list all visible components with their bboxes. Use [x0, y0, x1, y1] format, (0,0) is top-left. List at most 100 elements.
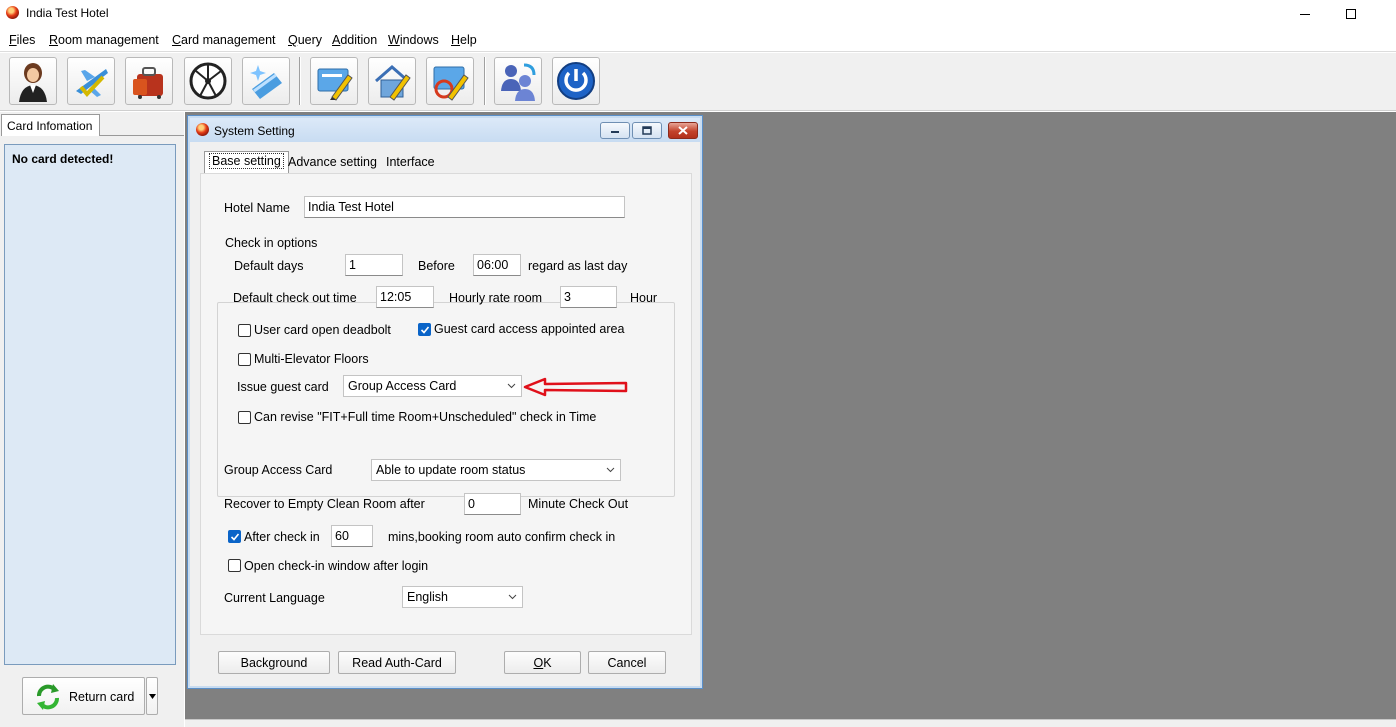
menu-query[interactable]: Query	[288, 33, 322, 47]
toolbar	[0, 53, 1396, 111]
system-setting-dialog: System Setting Base setting Advance sett…	[187, 115, 703, 689]
recover-label: Recover to Empty Clean Room after	[224, 497, 425, 511]
toolbar-button-shift[interactable]	[494, 57, 542, 105]
chevron-down-icon	[507, 383, 516, 389]
toolbar-button-exit[interactable]	[552, 57, 600, 105]
auto-confirm-label: mins,booking room auto confirm check in	[388, 530, 616, 544]
user-card-deadbolt-checkbox[interactable]	[238, 324, 251, 337]
toolbar-button-luggage[interactable]	[125, 57, 173, 105]
hour-unit-label: Hour	[630, 291, 658, 305]
issue-guest-card-label: Issue guest card	[237, 380, 329, 394]
issue-guest-card-select[interactable]: Group Access Card	[343, 375, 522, 397]
hotel-name-label: Hotel Name	[224, 201, 290, 215]
tab-base-setting[interactable]: Base setting	[204, 151, 289, 174]
dialog-title: System Setting	[214, 124, 295, 138]
tab-interface[interactable]: Interface	[382, 153, 439, 173]
tab-divider	[100, 135, 184, 136]
ok-button[interactable]: OK	[504, 651, 581, 674]
dialog-title-bar[interactable]: System Setting	[190, 118, 700, 142]
hotel-name-input[interactable]: India Test Hotel	[304, 196, 625, 218]
restore-icon	[642, 126, 652, 135]
check-in-options-label: Check in options	[224, 236, 319, 250]
before-time-input[interactable]: 06:00	[473, 254, 521, 276]
toolbar-button-checkin[interactable]	[67, 57, 115, 105]
card-info-panel: Card Infomation No card detected! Return…	[0, 112, 184, 727]
roulette-icon	[189, 62, 227, 100]
minimize-icon	[611, 130, 619, 133]
open-checkin-window-checkbox[interactable]	[228, 559, 241, 572]
menu-card-management[interactable]: Card management	[172, 33, 276, 47]
toolbar-button-wheel[interactable]	[184, 57, 232, 105]
toolbar-button-guest[interactable]	[9, 57, 57, 105]
toolbar-button-editcard[interactable]	[310, 57, 358, 105]
maximize-icon	[1346, 9, 1356, 19]
menu-files[interactable]: Files	[9, 33, 35, 47]
after-checkin-minutes-input[interactable]: 60	[331, 525, 373, 547]
after-checkin-label: After check in	[244, 530, 320, 544]
last-day-label: regard as last day	[528, 259, 628, 273]
luggage-icon	[133, 67, 163, 99]
dialog-restore-button[interactable]	[632, 122, 662, 139]
maximize-button[interactable]	[1328, 0, 1374, 28]
read-auth-card-button[interactable]: Read Auth-Card	[338, 651, 456, 674]
tab-card-information[interactable]: Card Infomation	[1, 114, 100, 136]
users-swap-icon	[501, 63, 536, 101]
hourly-rate-label: Hourly rate room	[449, 291, 543, 305]
default-days-input[interactable]: 1	[345, 254, 403, 276]
minimize-icon	[1300, 13, 1310, 15]
toolbar-separator	[299, 57, 301, 105]
toolbar-button-room[interactable]	[368, 57, 416, 105]
before-label: Before	[418, 259, 455, 273]
multi-elevator-label: Multi-Elevator Floors	[254, 352, 369, 366]
user-card-deadbolt-label: User card open deadbolt	[254, 323, 391, 337]
refresh-card-icon	[433, 66, 469, 101]
dialog-minimize-button[interactable]	[600, 122, 630, 139]
annotation-arrow-icon	[523, 377, 628, 397]
checkout-time-input[interactable]: 12:05	[376, 286, 434, 308]
base-setting-page: Hotel Name India Test Hotel Check in opt…	[200, 173, 692, 635]
minute-checkout-label: Minute Check Out	[528, 497, 629, 511]
status-bar	[185, 719, 1396, 727]
minimize-button[interactable]	[1282, 0, 1328, 28]
background-button[interactable]: Background	[218, 651, 330, 674]
tab-advance-setting[interactable]: Advance setting	[284, 153, 381, 173]
guest-card-appointed-label: Guest card access appointed area	[434, 322, 625, 336]
power-icon	[557, 62, 595, 100]
menu-windows[interactable]: Windows	[388, 33, 439, 47]
toolbar-button-newcard[interactable]	[242, 57, 290, 105]
toolbar-button-refreshcard[interactable]	[426, 57, 474, 105]
guest-card-appointed-checkbox[interactable]	[418, 323, 431, 336]
after-checkin-checkbox[interactable]	[228, 530, 241, 543]
hourly-rate-input[interactable]: 3	[560, 286, 617, 308]
card-status-message: No card detected!	[12, 152, 114, 166]
return-card-label: Return card	[69, 690, 135, 704]
return-card-dropdown[interactable]	[146, 677, 158, 715]
return-card-button[interactable]: Return card	[22, 677, 145, 715]
checkout-time-label: Default check out time	[233, 291, 357, 305]
edit-card-icon	[317, 68, 353, 101]
app-logo-icon	[6, 6, 19, 19]
revise-checkin-checkbox[interactable]	[238, 411, 251, 424]
multi-elevator-checkbox[interactable]	[238, 353, 251, 366]
house-edit-icon	[375, 65, 411, 101]
language-select[interactable]: English	[402, 586, 523, 608]
dialog-close-button[interactable]	[668, 122, 698, 139]
group-access-card-label: Group Access Card	[224, 463, 333, 477]
menu-addition[interactable]: Addition	[332, 33, 377, 47]
dialog-app-icon	[196, 123, 209, 136]
menu-room-management[interactable]: Room management	[49, 33, 159, 47]
checkmark-icon	[230, 533, 240, 541]
cancel-button[interactable]: Cancel	[588, 651, 666, 674]
toolbar-separator	[484, 57, 486, 105]
chevron-down-icon	[508, 594, 517, 600]
menu-help[interactable]: Help	[451, 33, 477, 47]
window-title: India Test Hotel	[26, 6, 109, 20]
close-button[interactable]	[1374, 0, 1396, 28]
recover-minutes-input[interactable]: 0	[464, 493, 521, 515]
title-bar: India Test Hotel	[0, 0, 1396, 28]
group-access-card-select[interactable]: Able to update room status	[371, 459, 621, 481]
caret-down-icon	[148, 693, 156, 699]
flight-check-icon	[76, 69, 108, 97]
open-checkin-window-label: Open check-in window after login	[244, 559, 429, 573]
chevron-down-icon	[606, 467, 615, 473]
